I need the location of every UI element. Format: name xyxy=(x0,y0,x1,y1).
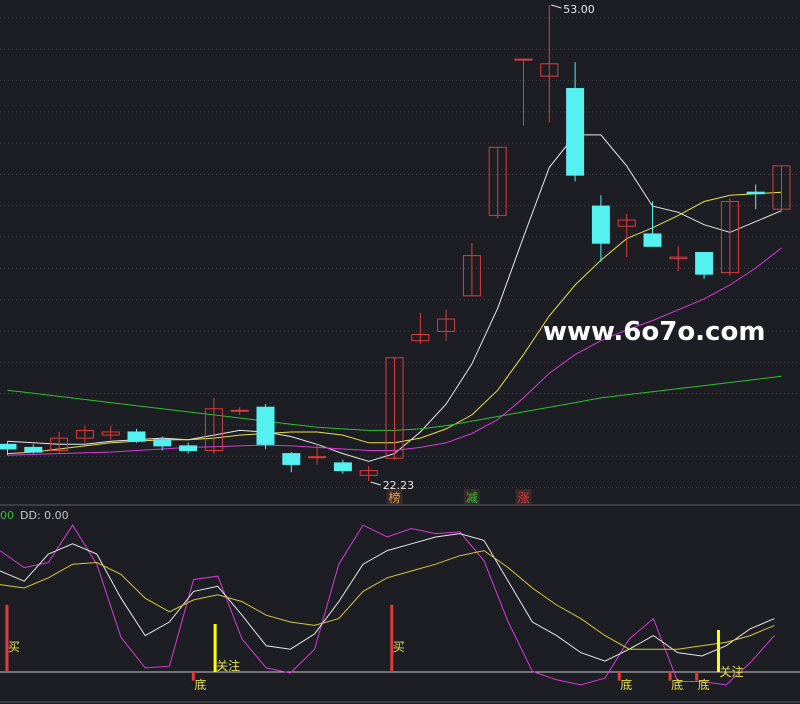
candle-body xyxy=(282,453,301,465)
high-pointer xyxy=(551,4,562,9)
price-grid xyxy=(0,17,800,488)
stock-chart[interactable]: 榜 减 涨 53.00 22.23 www.6o7o.com 00 DD: 0.00… xyxy=(0,0,800,704)
candle-body xyxy=(514,58,533,61)
candle-body xyxy=(746,191,765,195)
event-tag-label: 减 xyxy=(466,491,478,505)
indicator-lines xyxy=(0,524,775,686)
signal-label: 底 xyxy=(671,677,683,692)
candle-body xyxy=(24,446,43,453)
signal-label: 关注 xyxy=(719,664,743,679)
signal-label: 买 xyxy=(393,640,405,654)
watermark: www.6o7o.com xyxy=(543,317,765,347)
signal-bar xyxy=(5,604,9,672)
candle-body xyxy=(695,252,714,275)
signal-markers: 买底关注买底底底关注 xyxy=(5,604,743,692)
candle-body xyxy=(591,205,610,244)
signal-label: 底 xyxy=(698,677,710,692)
candle-body xyxy=(127,431,146,442)
indicator-line xyxy=(0,533,775,662)
signal-bar xyxy=(390,604,394,672)
candle-body xyxy=(230,409,249,412)
candle-body xyxy=(153,439,172,447)
candle-body xyxy=(643,233,662,247)
high-price-label: 53.00 xyxy=(563,3,595,16)
high-annotation: 53.00 xyxy=(563,3,595,16)
low-annotation: 22.23 xyxy=(383,479,415,492)
indicator-line xyxy=(0,550,775,650)
candle-body xyxy=(333,462,352,472)
low-pointer xyxy=(370,481,381,486)
event-tag-label: 榜 xyxy=(388,490,400,505)
signal-label: 买 xyxy=(8,640,20,654)
candle-body xyxy=(566,88,585,176)
event-tag-label: 涨 xyxy=(517,490,529,505)
candle-body xyxy=(308,456,327,459)
indicator-value: 00 xyxy=(0,509,14,522)
candlesticks xyxy=(0,4,791,486)
indicator-line xyxy=(0,524,775,686)
candle-body xyxy=(179,445,198,452)
candle-body xyxy=(0,443,17,450)
signal-label: 关注 xyxy=(216,658,240,673)
candle-body xyxy=(256,406,275,445)
dd-label: DD: 0.00 xyxy=(20,509,69,522)
low-price-label: 22.23 xyxy=(383,479,415,492)
signal-label: 底 xyxy=(620,677,632,692)
signal-label: 底 xyxy=(194,677,206,692)
